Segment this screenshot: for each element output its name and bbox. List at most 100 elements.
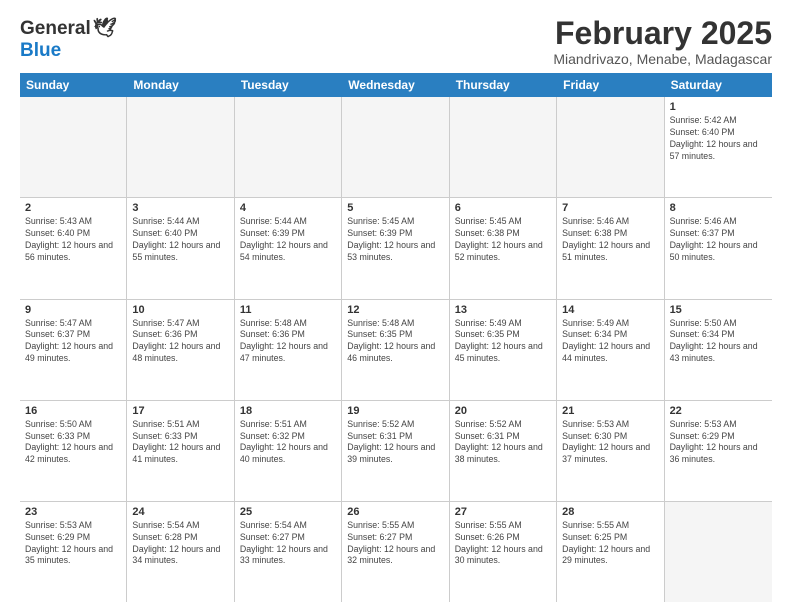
cal-row-3: 16 Sunrise: 5:50 AM Sunset: 6:33 PM Dayli… <box>20 401 772 502</box>
day-number: 23 <box>25 506 121 518</box>
day-number: 24 <box>132 506 228 518</box>
header-monday: Monday <box>127 73 234 97</box>
day-number: 13 <box>455 304 551 316</box>
day-number: 20 <box>455 405 551 417</box>
day-number: 7 <box>562 202 658 214</box>
day-number: 22 <box>670 405 767 417</box>
day-number: 25 <box>240 506 336 518</box>
day-info: Sunrise: 5:55 AM Sunset: 6:27 PM Dayligh… <box>347 520 443 568</box>
cal-cell-1-3: 5 Sunrise: 5:45 AM Sunset: 6:39 PM Daylig… <box>342 198 449 298</box>
day-info: Sunrise: 5:45 AM Sunset: 6:39 PM Dayligh… <box>347 216 443 264</box>
header-tuesday: Tuesday <box>235 73 342 97</box>
day-number: 18 <box>240 405 336 417</box>
cal-cell-3-1: 17 Sunrise: 5:51 AM Sunset: 6:33 PM Dayli… <box>127 401 234 501</box>
cal-cell-3-2: 18 Sunrise: 5:51 AM Sunset: 6:32 PM Dayli… <box>235 401 342 501</box>
cal-row-1: 2 Sunrise: 5:43 AM Sunset: 6:40 PM Daylig… <box>20 198 772 299</box>
cal-cell-3-4: 20Sunrise: 5:52 AM Sunset: 6:31 PM Dayli… <box>450 401 557 501</box>
cal-cell-0-0 <box>20 97 127 197</box>
logo-text: General🕊 <box>20 16 117 40</box>
title-block: February 2025 Miandrivazo, Menabe, Madag… <box>553 16 772 67</box>
day-number: 28 <box>562 506 658 518</box>
cal-cell-4-1: 24 Sunrise: 5:54 AM Sunset: 6:28 PM Dayli… <box>127 502 234 602</box>
cal-cell-0-1 <box>127 97 234 197</box>
cal-cell-3-0: 16 Sunrise: 5:50 AM Sunset: 6:33 PM Dayli… <box>20 401 127 501</box>
cal-cell-2-1: 10Sunrise: 5:47 AM Sunset: 6:36 PM Dayli… <box>127 300 234 400</box>
cal-cell-4-3: 26Sunrise: 5:55 AM Sunset: 6:27 PM Dayli… <box>342 502 449 602</box>
day-info: Sunrise: 5:53 AM Sunset: 6:29 PM Dayligh… <box>670 419 767 467</box>
day-number: 17 <box>132 405 228 417</box>
cal-cell-2-2: 11 Sunrise: 5:48 AM Sunset: 6:36 PM Dayli… <box>235 300 342 400</box>
header-friday: Friday <box>557 73 664 97</box>
calendar: Sunday Monday Tuesday Wednesday Thursday… <box>20 73 772 602</box>
header-thursday: Thursday <box>450 73 557 97</box>
day-info: Sunrise: 5:42 AM Sunset: 6:40 PM Dayligh… <box>670 115 767 163</box>
calendar-body: 1 Sunrise: 5:42 AM Sunset: 6:40 PM Daylig… <box>20 97 772 602</box>
cal-cell-0-3 <box>342 97 449 197</box>
day-info: Sunrise: 5:49 AM Sunset: 6:34 PM Dayligh… <box>562 318 658 366</box>
day-info: Sunrise: 5:47 AM Sunset: 6:36 PM Dayligh… <box>132 318 228 366</box>
cal-cell-4-5: 28Sunrise: 5:55 AM Sunset: 6:25 PM Dayli… <box>557 502 664 602</box>
day-number: 19 <box>347 405 443 417</box>
day-info: Sunrise: 5:44 AM Sunset: 6:39 PM Dayligh… <box>240 216 336 264</box>
cal-cell-1-2: 4 Sunrise: 5:44 AM Sunset: 6:39 PM Daylig… <box>235 198 342 298</box>
day-number: 9 <box>25 304 121 316</box>
cal-row-0: 1 Sunrise: 5:42 AM Sunset: 6:40 PM Daylig… <box>20 97 772 198</box>
cal-cell-2-4: 13 Sunrise: 5:49 AM Sunset: 6:35 PM Dayli… <box>450 300 557 400</box>
cal-cell-2-3: 12Sunrise: 5:48 AM Sunset: 6:35 PM Dayli… <box>342 300 449 400</box>
day-number: 5 <box>347 202 443 214</box>
cal-cell-0-5 <box>557 97 664 197</box>
day-info: Sunrise: 5:53 AM Sunset: 6:30 PM Dayligh… <box>562 419 658 467</box>
day-info: Sunrise: 5:48 AM Sunset: 6:36 PM Dayligh… <box>240 318 336 366</box>
day-info: Sunrise: 5:46 AM Sunset: 6:38 PM Dayligh… <box>562 216 658 264</box>
cal-cell-3-3: 19 Sunrise: 5:52 AM Sunset: 6:31 PM Dayli… <box>342 401 449 501</box>
cal-cell-1-1: 3 Sunrise: 5:44 AM Sunset: 6:40 PM Daylig… <box>127 198 234 298</box>
day-number: 3 <box>132 202 228 214</box>
day-number: 4 <box>240 202 336 214</box>
day-info: Sunrise: 5:43 AM Sunset: 6:40 PM Dayligh… <box>25 216 121 264</box>
day-number: 1 <box>670 101 767 113</box>
header-wednesday: Wednesday <box>342 73 449 97</box>
cal-cell-3-5: 21Sunrise: 5:53 AM Sunset: 6:30 PM Dayli… <box>557 401 664 501</box>
page: General🕊 Blue February 2025 Miandrivazo,… <box>0 0 792 612</box>
cal-row-2: 9 Sunrise: 5:47 AM Sunset: 6:37 PM Daylig… <box>20 300 772 401</box>
header-sunday: Sunday <box>20 73 127 97</box>
cal-cell-3-6: 22 Sunrise: 5:53 AM Sunset: 6:29 PM Dayli… <box>665 401 772 501</box>
cal-cell-1-0: 2 Sunrise: 5:43 AM Sunset: 6:40 PM Daylig… <box>20 198 127 298</box>
cal-cell-1-5: 7 Sunrise: 5:46 AM Sunset: 6:38 PM Daylig… <box>557 198 664 298</box>
day-info: Sunrise: 5:53 AM Sunset: 6:29 PM Dayligh… <box>25 520 121 568</box>
cal-cell-0-6: 1 Sunrise: 5:42 AM Sunset: 6:40 PM Daylig… <box>665 97 772 197</box>
day-info: Sunrise: 5:46 AM Sunset: 6:37 PM Dayligh… <box>670 216 767 264</box>
day-info: Sunrise: 5:47 AM Sunset: 6:37 PM Dayligh… <box>25 318 121 366</box>
logo-blue-text: Blue <box>20 40 61 61</box>
day-info: Sunrise: 5:45 AM Sunset: 6:38 PM Dayligh… <box>455 216 551 264</box>
header-saturday: Saturday <box>665 73 772 97</box>
cal-cell-2-0: 9 Sunrise: 5:47 AM Sunset: 6:37 PM Daylig… <box>20 300 127 400</box>
day-info: Sunrise: 5:54 AM Sunset: 6:27 PM Dayligh… <box>240 520 336 568</box>
cal-cell-4-0: 23 Sunrise: 5:53 AM Sunset: 6:29 PM Dayli… <box>20 502 127 602</box>
location: Miandrivazo, Menabe, Madagascar <box>553 51 772 67</box>
cal-cell-0-4 <box>450 97 557 197</box>
day-number: 2 <box>25 202 121 214</box>
cal-cell-0-2 <box>235 97 342 197</box>
day-number: 6 <box>455 202 551 214</box>
day-number: 12 <box>347 304 443 316</box>
cal-cell-2-6: 15 Sunrise: 5:50 AM Sunset: 6:34 PM Dayli… <box>665 300 772 400</box>
header: General🕊 Blue February 2025 Miandrivazo,… <box>20 16 772 67</box>
day-info: Sunrise: 5:50 AM Sunset: 6:33 PM Dayligh… <box>25 419 121 467</box>
day-info: Sunrise: 5:52 AM Sunset: 6:31 PM Dayligh… <box>347 419 443 467</box>
day-info: Sunrise: 5:49 AM Sunset: 6:35 PM Dayligh… <box>455 318 551 366</box>
day-info: Sunrise: 5:50 AM Sunset: 6:34 PM Dayligh… <box>670 318 767 366</box>
day-number: 15 <box>670 304 767 316</box>
day-number: 11 <box>240 304 336 316</box>
day-number: 16 <box>25 405 121 417</box>
day-number: 27 <box>455 506 551 518</box>
day-info: Sunrise: 5:51 AM Sunset: 6:33 PM Dayligh… <box>132 419 228 467</box>
cal-cell-2-5: 14Sunrise: 5:49 AM Sunset: 6:34 PM Dayli… <box>557 300 664 400</box>
cal-cell-4-6 <box>665 502 772 602</box>
day-info: Sunrise: 5:51 AM Sunset: 6:32 PM Dayligh… <box>240 419 336 467</box>
day-info: Sunrise: 5:54 AM Sunset: 6:28 PM Dayligh… <box>132 520 228 568</box>
day-info: Sunrise: 5:44 AM Sunset: 6:40 PM Dayligh… <box>132 216 228 264</box>
day-info: Sunrise: 5:55 AM Sunset: 6:26 PM Dayligh… <box>455 520 551 568</box>
cal-cell-1-4: 6 Sunrise: 5:45 AM Sunset: 6:38 PM Daylig… <box>450 198 557 298</box>
cal-cell-1-6: 8Sunrise: 5:46 AM Sunset: 6:37 PM Daylig… <box>665 198 772 298</box>
